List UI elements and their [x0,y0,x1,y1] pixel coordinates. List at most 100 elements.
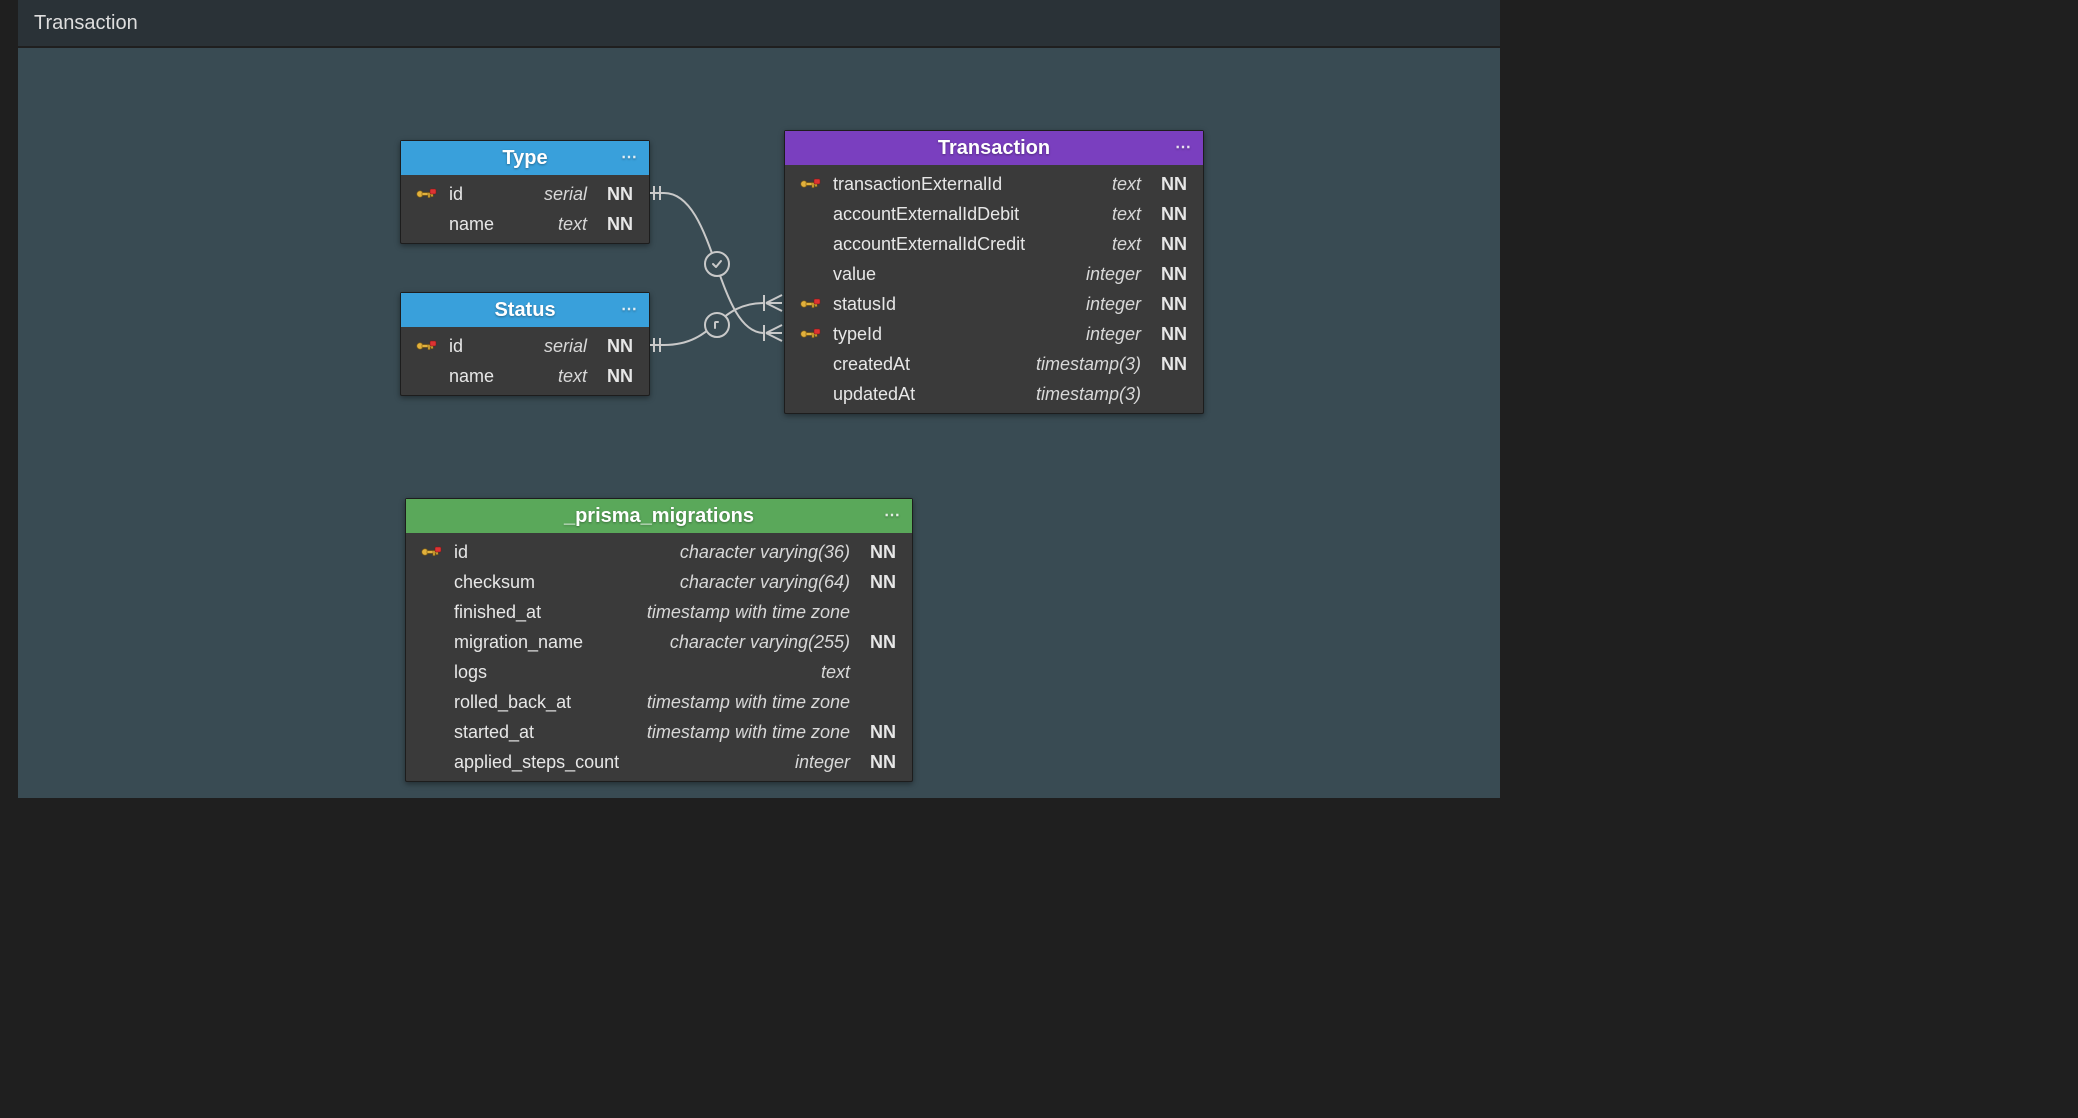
not-null-badge: NN [607,366,637,387]
entity-header[interactable]: Status ⋯ [401,293,649,327]
column-name: statusId [833,294,896,315]
column-name: createdAt [833,354,910,375]
primary-key-icon [413,187,439,201]
column-type: timestamp with time zone [647,602,850,623]
column-name: migration_name [454,632,583,653]
entity-status[interactable]: Status⋯idserialNNnametextNN [400,292,650,396]
not-null-badge: NN [607,184,637,205]
title-bar: Transaction [18,0,1500,46]
entity-header[interactable]: Transaction ⋯ [785,131,1203,165]
column-row[interactable]: logs text [406,657,912,687]
column-name: name [449,366,494,387]
entity-columns: transactionExternalIdtextNNaccountExtern… [785,165,1203,413]
not-null-badge: NN [1161,234,1191,255]
column-type: text [1112,234,1141,255]
column-type: integer [1086,324,1141,345]
relation-one-icon [704,312,730,338]
entity-title: Status [494,299,555,322]
column-row[interactable]: name text NN [401,209,649,239]
entity-title: _prisma_migrations [564,505,754,528]
column-row[interactable]: createdAt timestamp(3) NN [785,349,1203,379]
column-type: text [1112,174,1141,195]
entity-columns: idcharacter varying(36)NN checksum charact… [406,533,912,781]
column-row[interactable]: migration_namecharacter varying(255)NN [406,627,912,657]
column-row[interactable]: valueintegerNN [785,259,1203,289]
column-row[interactable]: updatedAt timestamp(3) [785,379,1203,409]
column-name: accountExternalIdCredit [833,234,1025,255]
column-name: accountExternalIdDebit [833,204,1019,225]
column-name: applied_steps_count [454,752,619,773]
diagram-viewport: Transaction Type ⋯ id serial NN name text NN Sta… [0,0,1500,812]
column-name: typeId [833,324,882,345]
column-type: integer [1086,294,1141,315]
column-row[interactable]: statusId integer NN [785,289,1203,319]
not-null-badge: NN [607,336,637,357]
entity-type[interactable]: Type ⋯ id serial NN name text NN [400,140,650,244]
column-type: timestamp with time zone [647,722,850,743]
entity-header[interactable]: Type ⋯ [401,141,649,175]
not-null-badge: NN [607,214,637,235]
column-row[interactable]: checksum character varying(64) NN [406,567,912,597]
not-null-badge: NN [870,632,900,653]
column-row[interactable]: transactionExternalId text NN [785,169,1203,199]
entity-menu-icon[interactable]: ⋯ [621,147,639,167]
entity-columns: id serial NN name text NN [401,175,649,243]
column-row[interactable]: idcharacter varying(36)NN [406,537,912,567]
column-name: updatedAt [833,384,915,405]
entity-transaction[interactable]: Transaction⋯transactionExternalIdtextNNa… [784,130,1204,414]
primary-key-icon [797,177,823,191]
column-type: text [558,366,587,387]
not-null-badge: NN [870,752,900,773]
column-row[interactable]: accountExternalIdCredit text NN [785,229,1203,259]
column-name: id [454,542,468,563]
column-name: logs [454,662,487,683]
entity-menu-icon[interactable]: ⋯ [1175,137,1193,157]
entity-menu-icon[interactable]: ⋯ [884,505,902,525]
not-null-badge: NN [1161,324,1191,345]
entity-header[interactable]: _prisma_migrations ⋯ [406,499,912,533]
column-name: value [833,264,876,285]
entity-menu-icon[interactable]: ⋯ [621,299,639,319]
column-row[interactable]: name text NN [401,361,649,391]
entity-title: Type [502,147,547,170]
column-row[interactable]: started_at timestamp with time zone NN [406,717,912,747]
column-type: text [558,214,587,235]
column-type: character varying(64) [680,572,850,593]
column-name: id [449,184,463,205]
column-type: text [1112,204,1141,225]
not-null-badge: NN [870,722,900,743]
column-type: integer [1086,264,1141,285]
diagram-canvas[interactable]: Type ⋯ id serial NN name text NN Status ⋯ id serial… [18,48,1500,798]
column-row[interactable]: typeId integer NN [785,319,1203,349]
column-row[interactable]: finished_attimestamp with time zone [406,597,912,627]
column-type: serial [544,336,587,357]
diagram-title: Transaction [34,12,138,35]
column-type: timestamp(3) [1036,354,1141,375]
column-row[interactable]: rolled_back_at timestamp with time zone [406,687,912,717]
column-row[interactable]: accountExternalIdDebittextNN [785,199,1203,229]
column-name: name [449,214,494,235]
column-row[interactable]: id serial NN [401,179,649,209]
column-type: text [821,662,850,683]
relation-check-icon [704,251,730,277]
column-type: timestamp with time zone [647,692,850,713]
foreign-key-icon [797,297,823,311]
column-name: started_at [454,722,534,743]
foreign-key-icon [797,327,823,341]
column-type: integer [795,752,850,773]
column-type: timestamp(3) [1036,384,1141,405]
not-null-badge: NN [1161,354,1191,375]
column-row[interactable]: applied_steps_count integer NN [406,747,912,777]
column-name: rolled_back_at [454,692,571,713]
column-name: checksum [454,572,535,593]
column-row[interactable]: idserialNN [401,331,649,361]
column-name: transactionExternalId [833,174,1002,195]
not-null-badge: NN [870,572,900,593]
entity-prisma_migrations[interactable]: _prisma_migrations ⋯ idcharacter varying(3… [405,498,913,782]
not-null-badge: NN [1161,174,1191,195]
entity-title: Transaction [938,137,1050,160]
not-null-badge: NN [1161,294,1191,315]
primary-key-icon [418,545,444,559]
column-type: serial [544,184,587,205]
not-null-badge: NN [870,542,900,563]
